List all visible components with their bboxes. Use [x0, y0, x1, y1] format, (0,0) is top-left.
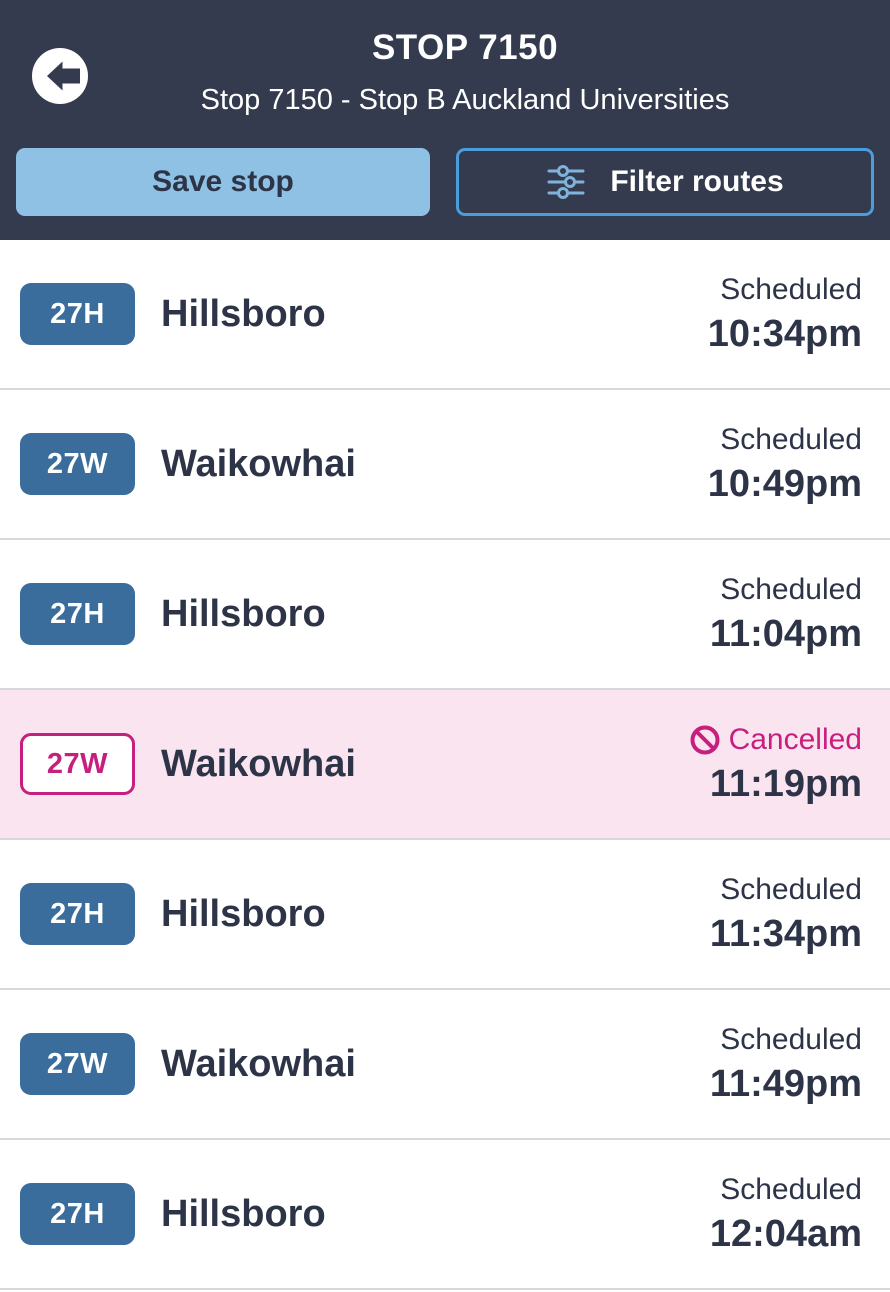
status-badge: Scheduled: [720, 571, 862, 609]
filter-routes-button[interactable]: Filter routes: [456, 148, 874, 216]
header-action-bar: Save stop Filter routes: [0, 148, 890, 216]
destination-label: Hillsboro: [161, 892, 326, 935]
route-badge: 27H: [20, 283, 135, 345]
departure-row[interactable]: 27H Hillsboro Scheduled 10:34pm: [0, 240, 890, 390]
back-arrow-circle-icon: [32, 48, 88, 104]
departure-row[interactable]: 27W Waikowhai Cancelled 11:19pm: [0, 690, 890, 840]
route-badge: 27W: [20, 433, 135, 495]
status-badge: Scheduled: [720, 1171, 862, 1209]
departure-time: 10:49pm: [707, 463, 862, 505]
status-label: Scheduled: [720, 423, 862, 456]
departure-time: 12:04am: [709, 1213, 862, 1255]
status-badge: Scheduled: [720, 421, 862, 459]
status-label: Scheduled: [720, 1173, 862, 1206]
departure-list[interactable]: 27H Hillsboro Scheduled 10:34pm 27W Waikowhai…: [0, 240, 890, 1292]
departure-row[interactable]: 27H Hillsboro Scheduled 11:04pm: [0, 540, 890, 690]
stop-header: STOP 7150 Stop 7150 - Stop B Auckland Un…: [0, 0, 890, 240]
route-badge: 27H: [20, 583, 135, 645]
status-label: Cancelled: [728, 723, 862, 756]
sliders-filter-icon: [547, 165, 585, 199]
departure-time-block: Scheduled 11:04pm: [710, 571, 862, 657]
departure-time-block: Cancelled 11:19pm: [689, 721, 862, 807]
route-badge: 27H: [20, 1183, 135, 1245]
page-subtitle: Stop 7150 - Stop B Auckland Universities: [200, 84, 730, 116]
status-label: Scheduled: [720, 273, 862, 306]
departure-time-block: Scheduled 11:34pm: [710, 871, 862, 957]
departure-time: 11:34pm: [709, 913, 862, 955]
departure-row[interactable]: 27W Waikowhai Scheduled 10:49pm: [0, 390, 890, 540]
destination-label: Hillsboro: [161, 1192, 326, 1235]
page-title: STOP 7150: [371, 28, 559, 67]
status-label: Scheduled: [720, 1023, 862, 1056]
departure-row[interactable]: 27H Hillsboro Scheduled 11:34pm: [0, 840, 890, 990]
back-button[interactable]: [32, 48, 88, 104]
route-badge: 27W: [20, 1033, 135, 1095]
departure-time-block: Scheduled 10:49pm: [708, 421, 862, 507]
status-badge: Scheduled: [720, 271, 862, 309]
departure-time: 11:04pm: [709, 613, 862, 655]
route-badge: 27H: [20, 883, 135, 945]
departure-time: 11:49pm: [709, 1063, 862, 1105]
save-stop-label: Save stop: [152, 165, 294, 198]
status-badge: Scheduled: [720, 1021, 862, 1059]
departure-row[interactable]: 27H Hillsboro Scheduled 12:04am: [0, 1140, 890, 1290]
status-badge: Cancelled: [689, 721, 862, 759]
destination-label: Waikowhai: [161, 1042, 356, 1085]
departure-time-block: Scheduled 12:04am: [710, 1171, 862, 1257]
destination-label: Hillsboro: [161, 592, 326, 635]
destination-label: Hillsboro: [161, 292, 326, 335]
status-label: Scheduled: [720, 873, 862, 906]
departure-row[interactable]: 27W Waikowhai Scheduled 11:49pm: [0, 990, 890, 1140]
header-title-group: STOP 7150 Stop 7150 - Stop B Auckland Un…: [0, 0, 890, 122]
stop-departures-screen: STOP 7150 Stop 7150 - Stop B Auckland Un…: [0, 0, 890, 1292]
departure-time-block: Scheduled 11:49pm: [710, 1021, 862, 1107]
status-label: Scheduled: [720, 573, 862, 606]
filter-routes-label: Filter routes: [610, 165, 784, 198]
departure-time-block: Scheduled 10:34pm: [708, 271, 862, 357]
save-stop-button[interactable]: Save stop: [16, 148, 430, 216]
status-badge: Scheduled: [720, 871, 862, 909]
destination-label: Waikowhai: [161, 742, 356, 785]
departure-time: 10:34pm: [707, 313, 862, 355]
prohibition-icon: [690, 725, 720, 755]
route-badge: 27W: [20, 733, 135, 795]
destination-label: Waikowhai: [161, 442, 356, 485]
departure-time: 11:19pm: [709, 763, 862, 805]
